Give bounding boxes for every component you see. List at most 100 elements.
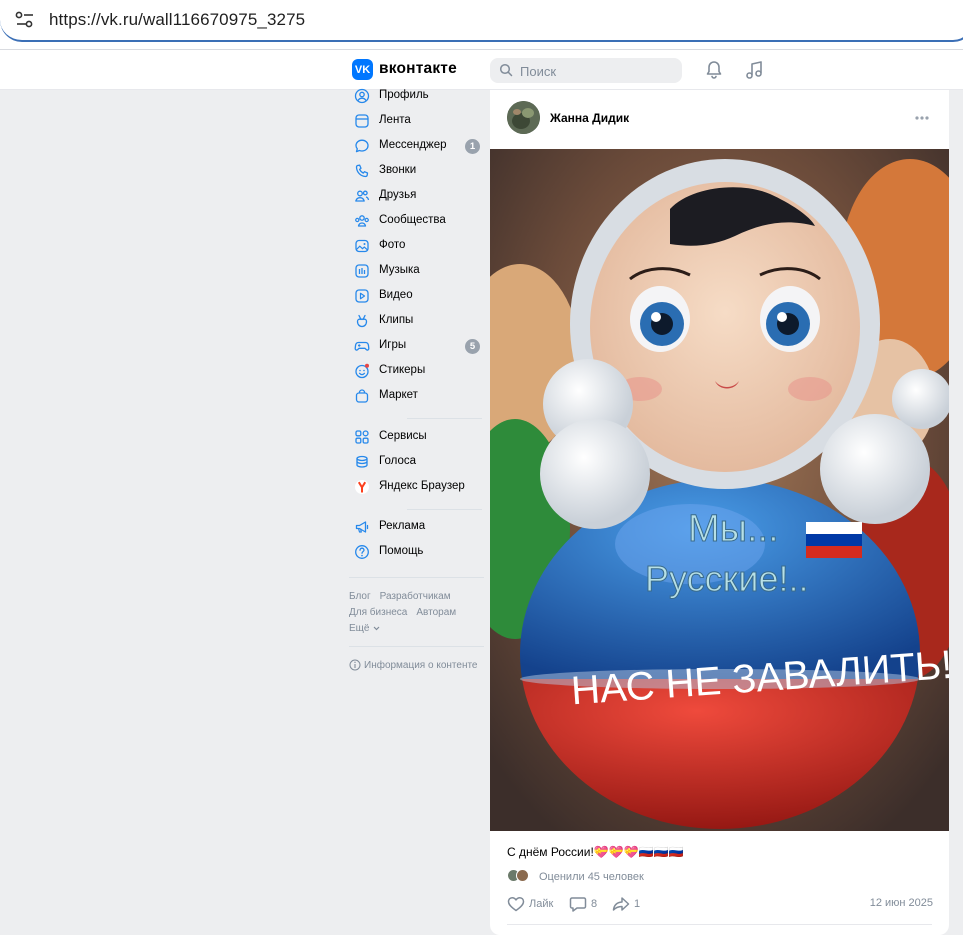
- smile-icon: [355, 363, 369, 379]
- clips-icon: [356, 314, 368, 328]
- comments-count: 8: [591, 898, 598, 910]
- sidebar-item-label: Фото: [379, 239, 406, 251]
- gamepad-icon: [354, 341, 370, 351]
- sidebar-item-profile[interactable]: Профиль: [349, 84, 484, 109]
- communities-icon: [355, 215, 369, 227]
- sidebar-item-photo[interactable]: Фото: [349, 234, 484, 259]
- sidebar-item-friends[interactable]: Друзья: [349, 184, 484, 209]
- sidebar-item-clips[interactable]: Клипы: [349, 309, 484, 334]
- sidebar-item-label: Звонки: [379, 164, 417, 176]
- sidebar-item-calls[interactable]: Звонки: [349, 159, 484, 184]
- sidebar-item-label: Видео: [379, 289, 413, 301]
- footer-more[interactable]: Ещё: [349, 623, 380, 634]
- sidebar-item-label: Мессенджер: [379, 139, 447, 151]
- vk-logo-icon[interactable]: VK: [352, 59, 373, 80]
- footer-link-authors[interactable]: Авторам: [416, 607, 456, 618]
- user-circle-icon: [354, 88, 370, 104]
- image-caption-line2: Русские!..: [645, 558, 809, 599]
- author-avatar[interactable]: [507, 101, 540, 134]
- wall-post: Жанна Дидик Мы... Русские!.. НАС НЕ ЗАВА…: [490, 90, 949, 935]
- services-grid-icon: [355, 430, 369, 444]
- image-caption-line1: Мы...: [688, 508, 779, 550]
- sidebar-item-label: Сервисы: [379, 430, 427, 442]
- sidebar-item-music[interactable]: Музыка: [349, 259, 484, 284]
- site-settings-icon[interactable]: [15, 11, 35, 29]
- post-date[interactable]: 12 июн 2025: [870, 897, 933, 909]
- url-text[interactable]: https://vk.ru/wall116670975_3275: [49, 10, 305, 30]
- sidebar-item-services[interactable]: Сервисы: [349, 425, 484, 450]
- likes-summary[interactable]: Оценили 45 человек: [539, 871, 644, 883]
- content-info-label: Информация о контенте: [364, 659, 478, 671]
- roly-poly-doll-photo: Мы... Русские!.. НАС НЕ ЗАВАЛИТЬ!: [490, 149, 949, 831]
- sidebar-item-label: Друзья: [379, 189, 417, 201]
- sidebar-item-label: Игры: [379, 339, 407, 351]
- message-icon: [355, 139, 369, 153]
- unread-badge: 1: [465, 139, 480, 154]
- sidebar-item-video[interactable]: Видео: [349, 284, 484, 309]
- post-author[interactable]: Жанна Дидик: [550, 111, 629, 125]
- sidebar-item-market[interactable]: Маркет: [349, 384, 484, 409]
- market-bag-icon: [355, 389, 369, 403]
- share-button[interactable]: 1: [612, 896, 640, 912]
- post-divider: [507, 924, 932, 925]
- sidebar-item-ads[interactable]: Реклама: [349, 515, 484, 540]
- sidebar-item-label: Клипы: [379, 314, 414, 326]
- heart-icon: [507, 896, 525, 912]
- like-label: Лайк: [529, 898, 554, 910]
- address-bar[interactable]: https://vk.ru/wall116670975_3275: [0, 0, 963, 42]
- sidebar-item-votes[interactable]: Голоса: [349, 450, 484, 475]
- music-player-icon[interactable]: [744, 59, 764, 81]
- sidebar-item-label: Яндекс Браузер: [379, 480, 465, 492]
- footer-links-row2: Для бизнеса Авторам: [349, 607, 465, 618]
- footer-link-business[interactable]: Для бизнеса: [349, 607, 407, 618]
- content-info-link[interactable]: Информация о контенте: [349, 659, 478, 671]
- post-image[interactable]: Мы... Русские!.. НАС НЕ ЗАВАЛИТЬ!: [490, 149, 949, 831]
- sidebar-item-label: Маркет: [379, 389, 418, 401]
- music-icon: [355, 264, 369, 278]
- megaphone-icon: [355, 521, 369, 533]
- sidebar-item-label: Музыка: [379, 264, 420, 276]
- sidebar-item-games[interactable]: Игры 5: [349, 334, 484, 359]
- sidebar-item-label: Лента: [379, 114, 411, 126]
- info-icon: [349, 659, 361, 671]
- video-icon: [355, 289, 369, 303]
- avatar-photo: [507, 101, 540, 134]
- russian-flag-icon: [806, 522, 862, 558]
- site-name[interactable]: вконтакте: [379, 60, 457, 78]
- sidebar-item-communities[interactable]: Сообщества: [349, 209, 484, 234]
- liker-avatars[interactable]: [507, 869, 529, 882]
- photo-icon: [355, 239, 369, 253]
- sidebar-item-messenger[interactable]: Мессенджер 1: [349, 134, 484, 159]
- phone-icon: [355, 164, 369, 178]
- sidebar-item-label: Сообщества: [379, 214, 446, 226]
- footer-link-developers[interactable]: Разработчикам: [380, 591, 451, 602]
- coins-icon: [356, 455, 368, 468]
- footer-link-blog[interactable]: Блог: [349, 591, 371, 602]
- like-button[interactable]: Лайк: [507, 896, 553, 912]
- post-text: С днём России!💝💝💝🇷🇺🇷🇺🇷🇺: [507, 845, 684, 859]
- sidebar-divider: [407, 418, 482, 419]
- sidebar-divider: [407, 509, 482, 510]
- sidebar-divider: [349, 646, 484, 647]
- more-options-icon[interactable]: [914, 115, 930, 121]
- sidebar-item-help[interactable]: Помощь: [349, 540, 484, 565]
- sidebar-item-feed[interactable]: Лента: [349, 109, 484, 134]
- newsfeed-icon: [355, 114, 369, 128]
- liker-avatar: [516, 869, 529, 882]
- sidebar-divider: [349, 577, 484, 578]
- games-badge: 5: [465, 339, 480, 354]
- sidebar-item-yandex-browser[interactable]: Яндекс Браузер: [349, 475, 484, 500]
- sidebar-item-label: Стикеры: [379, 364, 426, 376]
- sidebar-item-label: Помощь: [379, 545, 424, 557]
- search-icon: [499, 63, 513, 77]
- search-input[interactable]: Поиск: [490, 58, 682, 83]
- footer-links-row1: Блог Разработчикам: [349, 591, 460, 602]
- sidebar-item-label: Профиль: [379, 89, 429, 101]
- browser-toolbar: https://vk.ru/wall116670975_3275: [0, 0, 963, 50]
- comment-button[interactable]: 8: [569, 896, 597, 912]
- share-icon: [612, 897, 630, 911]
- help-icon: [355, 545, 369, 559]
- chevron-down-icon: [374, 626, 380, 631]
- sidebar-item-stickers[interactable]: Стикеры: [349, 359, 484, 384]
- notifications-bell-icon[interactable]: [704, 59, 724, 81]
